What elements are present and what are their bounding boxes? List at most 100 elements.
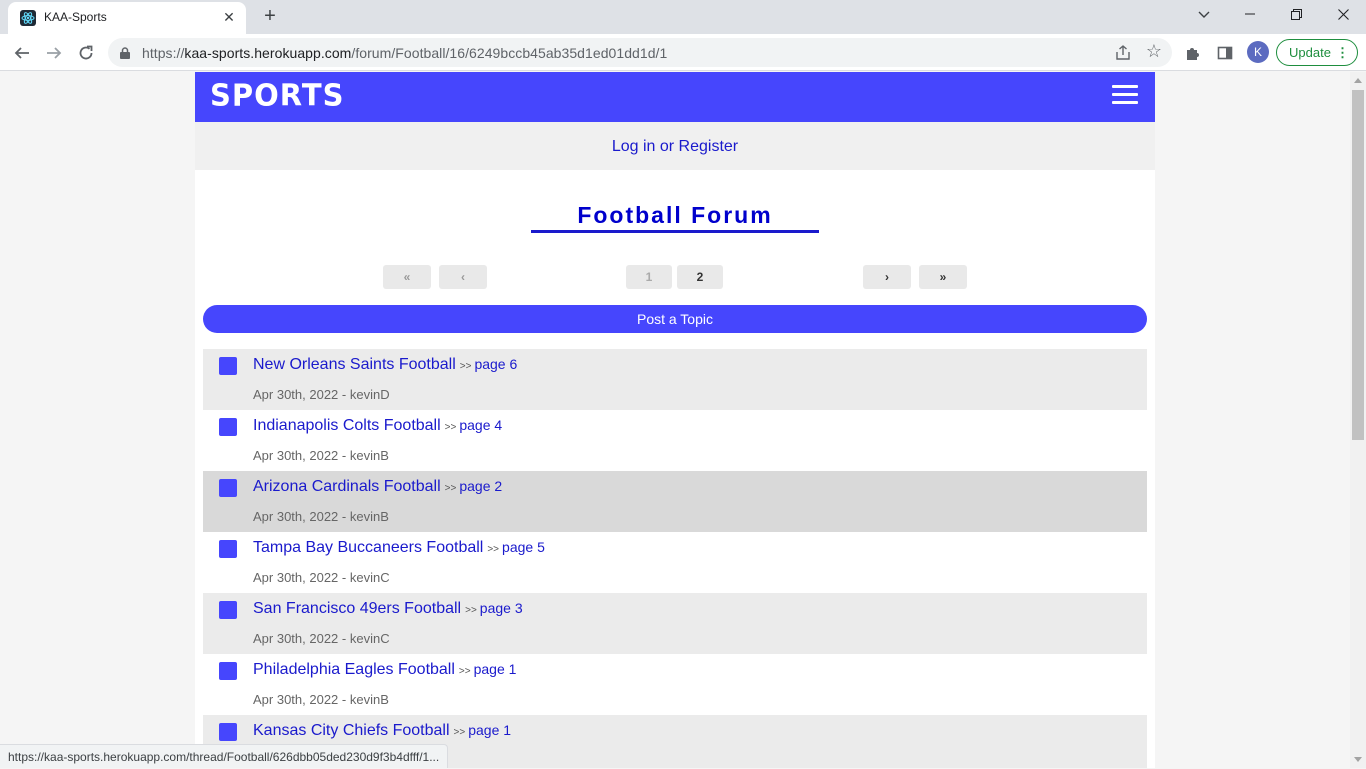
page-title: Football Forum: [577, 202, 773, 228]
page-scrollbar[interactable]: [1350, 72, 1366, 768]
topic-title-link[interactable]: Arizona Cardinals Football: [253, 478, 441, 495]
topic-page-link[interactable]: page 1: [474, 661, 517, 677]
scroll-up-arrow-icon[interactable]: [1354, 78, 1362, 83]
title-underline: [531, 230, 819, 233]
topic-page-link[interactable]: page 2: [459, 478, 502, 494]
side-panel-icon[interactable]: [1213, 41, 1237, 65]
window-close-icon[interactable]: [1320, 0, 1366, 30]
topic-meta: Apr 30th, 2022 - kevinB: [253, 448, 389, 463]
tab-close-icon[interactable]: ✕: [220, 8, 238, 26]
login-bar: Log in or Register: [195, 122, 1155, 170]
topic-row: Tampa Bay Buccaneers Football >> page 5 Ap…: [203, 532, 1147, 593]
browser-tab-strip: KAA-Sports ✕ +: [0, 0, 1366, 34]
site-header: SPORTS: [195, 72, 1155, 122]
login-register-link[interactable]: Log in or Register: [612, 138, 738, 156]
tab-search-chevron-icon[interactable]: [1181, 0, 1227, 30]
topic-page-link[interactable]: page 5: [502, 539, 545, 555]
browser-toolbar: https://kaa-sports.herokuapp.com/forum/F…: [0, 34, 1366, 71]
topic-square-icon: [219, 662, 237, 680]
topic-row: Arizona Cardinals Football >> page 2 Apr 3…: [203, 471, 1147, 532]
pagination-next-button[interactable]: ›: [863, 265, 911, 289]
url-host: kaa-sports.herokuapp.com: [184, 45, 352, 61]
topic-title-link[interactable]: Tampa Bay Buccaneers Football: [253, 539, 483, 556]
topic-title-group: Arizona Cardinals Football >> page 2: [253, 478, 502, 496]
pagination-last-button[interactable]: »: [919, 265, 967, 289]
topic-title-link[interactable]: Philadelphia Eagles Football: [253, 661, 455, 678]
update-label: Update: [1289, 45, 1331, 60]
topic-meta: Apr 30th, 2022 - kevinC: [253, 570, 390, 585]
topic-separator: >>: [458, 666, 471, 677]
profile-avatar[interactable]: K: [1247, 41, 1269, 63]
pagination-page-2[interactable]: 2: [677, 265, 723, 289]
topic-meta: Apr 30th, 2022 - kevinB: [253, 509, 389, 524]
topic-title-link[interactable]: Kansas City Chiefs Football: [253, 722, 450, 739]
topic-title-group: Indianapolis Colts Football >> page 4: [253, 417, 502, 435]
bookmark-star-icon[interactable]: ☆: [1146, 41, 1162, 62]
topic-row: New Orleans Saints Football >> page 6 Apr …: [203, 349, 1147, 410]
page-viewport: SPORTS Log in or Register Football Forum…: [0, 72, 1350, 768]
topic-separator: >>: [487, 544, 500, 555]
forward-arrow-icon[interactable]: [40, 39, 68, 67]
react-atom-icon: [20, 10, 36, 26]
topic-page-link[interactable]: page 6: [474, 356, 517, 372]
topic-separator: >>: [444, 422, 457, 433]
extensions-puzzle-icon[interactable]: [1181, 41, 1205, 65]
topic-title-group: Philadelphia Eagles Football >> page 1: [253, 661, 516, 679]
topic-meta: Apr 30th, 2022 - kevinC: [253, 631, 390, 646]
scroll-down-arrow-icon[interactable]: [1354, 757, 1362, 762]
minimize-icon[interactable]: [1227, 0, 1273, 30]
lock-icon: [120, 46, 130, 59]
topic-square-icon: [219, 601, 237, 619]
topic-square-icon: [219, 540, 237, 558]
site-logo[interactable]: SPORTS: [210, 77, 345, 113]
topic-separator: >>: [465, 605, 477, 616]
site-container: SPORTS Log in or Register Football Forum…: [195, 72, 1155, 768]
topic-title-group: San Francisco 49ers Football >> page 3: [253, 600, 523, 618]
topic-meta: Apr 30th, 2022 - kevinB: [253, 692, 389, 707]
back-arrow-icon[interactable]: [8, 39, 36, 67]
topic-row: Philadelphia Eagles Football >> page 1 Apr…: [203, 654, 1147, 715]
hamburger-line: [1112, 93, 1138, 96]
url-text: https://kaa-sports.herokuapp.com/forum/F…: [142, 45, 667, 61]
topic-title-link[interactable]: New Orleans Saints Football: [253, 356, 456, 373]
address-bar[interactable]: https://kaa-sports.herokuapp.com/forum/F…: [108, 38, 1172, 67]
pagination-prev-button[interactable]: ‹: [439, 265, 487, 289]
topic-title-group: Tampa Bay Buccaneers Football >> page 5: [253, 539, 545, 557]
topic-row: Indianapolis Colts Football >> page 4 Apr …: [203, 410, 1147, 471]
share-icon[interactable]: [1114, 44, 1132, 62]
topic-square-icon: [219, 357, 237, 375]
reload-icon[interactable]: [72, 39, 100, 67]
new-tab-button[interactable]: +: [258, 5, 282, 29]
pagination-page-1[interactable]: 1: [626, 265, 672, 289]
hamburger-line: [1112, 85, 1138, 88]
topic-square-icon: [219, 479, 237, 497]
topic-meta: Apr 30th, 2022 - kevinD: [253, 387, 390, 402]
scrollbar-thumb[interactable]: [1352, 90, 1364, 440]
topic-row: San Francisco 49ers Football >> page 3 Apr…: [203, 593, 1147, 654]
restore-icon[interactable]: [1273, 0, 1319, 30]
topic-page-link[interactable]: page 4: [459, 417, 502, 433]
link-status-bar: https://kaa-sports.herokuapp.com/thread/…: [0, 744, 449, 768]
topic-title-link[interactable]: San Francisco 49ers Football: [253, 600, 461, 617]
tab-title: KAA-Sports: [44, 10, 107, 24]
url-path: /forum/Football/16/6249bccb45ab35d1ed01d…: [351, 45, 668, 61]
topic-square-icon: [219, 723, 237, 741]
topic-list: New Orleans Saints Football >> page 6 Apr …: [203, 349, 1147, 768]
hamburger-line: [1112, 101, 1138, 104]
topic-page-link[interactable]: page 3: [480, 600, 523, 616]
url-scheme: https://: [142, 45, 185, 61]
topic-separator: >>: [459, 361, 472, 372]
topic-title-link[interactable]: Indianapolis Colts Football: [253, 417, 441, 434]
more-menu-icon[interactable]: ⋮: [1336, 40, 1349, 65]
topic-separator: >>: [453, 727, 466, 738]
browser-tab[interactable]: KAA-Sports ✕: [8, 2, 246, 34]
topic-title-group: New Orleans Saints Football >> page 6: [253, 356, 517, 374]
update-button[interactable]: Update ⋮: [1276, 39, 1358, 66]
topic-square-icon: [219, 418, 237, 436]
post-topic-button[interactable]: Post a Topic: [203, 305, 1147, 333]
hamburger-menu-icon[interactable]: [1112, 85, 1138, 105]
pagination-first-button[interactable]: «: [383, 265, 431, 289]
topic-separator: >>: [444, 483, 457, 494]
topic-title-group: Kansas City Chiefs Football >> page 1: [253, 722, 511, 740]
topic-page-link[interactable]: page 1: [468, 722, 511, 738]
